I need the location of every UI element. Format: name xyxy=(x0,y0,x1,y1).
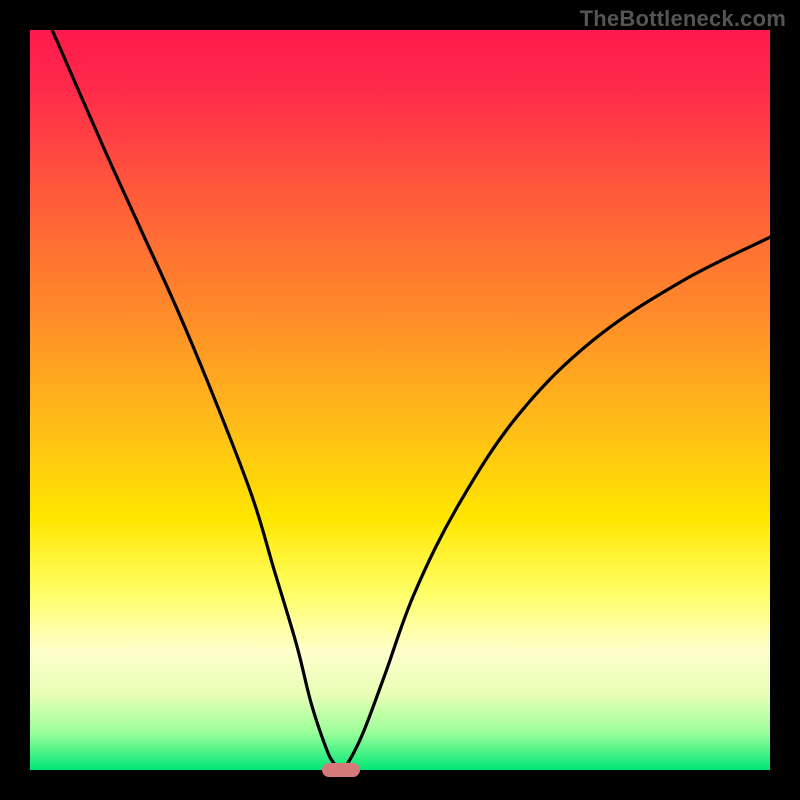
chart-frame: TheBottleneck.com xyxy=(0,0,800,800)
plot-area xyxy=(30,30,770,770)
bottleneck-curve xyxy=(30,30,770,770)
optimum-marker xyxy=(322,763,360,777)
curve-path xyxy=(52,30,770,770)
watermark-text: TheBottleneck.com xyxy=(580,6,786,32)
